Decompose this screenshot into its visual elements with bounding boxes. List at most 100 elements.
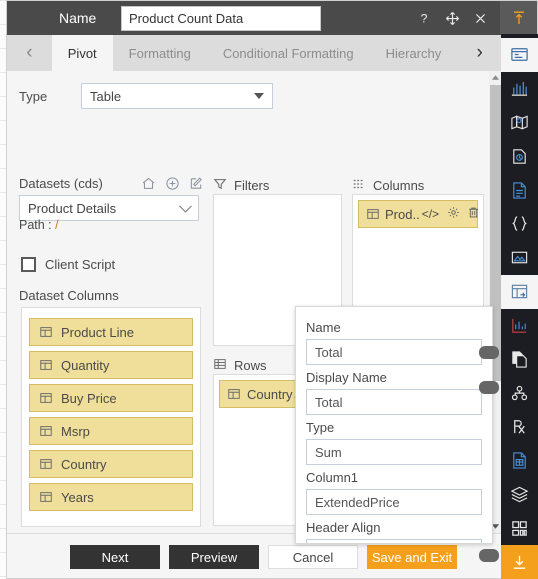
columns-list-icon	[352, 177, 366, 194]
columns-header: Columns	[352, 177, 424, 194]
list-item[interactable]: Buy Price	[29, 384, 193, 412]
rows-table-icon	[213, 357, 227, 374]
table-column-icon	[39, 325, 53, 339]
dataset-select-value: Product Details	[28, 200, 117, 216]
close-icon[interactable]	[472, 10, 488, 26]
client-script-row[interactable]: Client Script	[21, 257, 115, 272]
filters-header: Filters	[213, 177, 269, 194]
cancel-button[interactable]: Cancel	[268, 545, 358, 569]
client-script-checkbox[interactable]	[21, 257, 36, 272]
tabs-prev-arrow[interactable]: ‹	[7, 35, 52, 71]
list-item[interactable]: Msrp	[29, 417, 193, 445]
value-settings-popup: Name Total Display Name Total Type Sum C…	[295, 306, 493, 544]
popup-type-select[interactable]: Sum	[306, 439, 482, 465]
rail-hierarchy[interactable]	[501, 376, 538, 410]
preview-button[interactable]: Preview	[169, 545, 259, 569]
help-icon[interactable]: ?	[416, 10, 432, 26]
resize-handle-footer[interactable]	[479, 549, 499, 562]
rail-sparkline[interactable]	[501, 309, 538, 343]
edit-icon[interactable]	[189, 176, 204, 191]
table-column-icon	[39, 424, 53, 438]
delete-icon[interactable]	[467, 206, 480, 222]
name-input[interactable]: Product Count Data	[121, 5, 321, 31]
tab-formatting[interactable]: Formatting	[113, 35, 207, 71]
rows-label: Rows	[234, 358, 267, 373]
rail-copy-page[interactable]	[501, 342, 538, 376]
pivot-configuration-dialog: Name Product Count Data ? ‹ Pivot Format…	[6, 0, 538, 579]
tab-hierarchy[interactable]: Hierarchy	[370, 35, 458, 71]
list-item[interactable]: Product Line	[29, 318, 193, 346]
path-label: Path :	[19, 218, 52, 232]
right-toolbar	[501, 34, 538, 579]
table-column-icon	[39, 391, 53, 405]
next-button[interactable]: Next	[70, 545, 160, 569]
rail-card-widget[interactable]	[501, 38, 538, 72]
home-icon[interactable]	[141, 176, 156, 191]
popup-header-align-input[interactable]	[306, 539, 482, 543]
popup-display-name-label: Display Name	[306, 370, 387, 385]
list-item-label: Msrp	[61, 423, 90, 439]
columns-chip[interactable]: Prod.. </>	[358, 200, 478, 228]
tab-conditional-formatting[interactable]: Conditional Formatting	[207, 35, 370, 71]
path-value: /	[55, 218, 59, 232]
rail-download[interactable]	[501, 545, 538, 579]
list-item[interactable]: Quantity	[29, 351, 193, 379]
columns-chip-label: Prod..	[385, 206, 420, 222]
resize-handle-bottom[interactable]	[479, 381, 499, 394]
rail-map[interactable]	[501, 106, 538, 140]
move-icon[interactable]	[444, 10, 460, 26]
rail-pivot-table[interactable]	[501, 274, 538, 309]
list-item-label: Years	[61, 489, 94, 505]
popup-name-input[interactable]: Total	[306, 339, 482, 365]
rail-image[interactable]	[501, 241, 538, 275]
list-item-label: Quantity	[61, 357, 110, 373]
rail-layers[interactable]	[501, 478, 538, 512]
rows-header: Rows	[213, 357, 267, 374]
type-label: Type	[19, 88, 48, 104]
table-column-icon	[39, 358, 53, 372]
client-script-label: Client Script	[45, 257, 116, 272]
list-item-label: Product Line	[61, 324, 134, 340]
popup-column1-select[interactable]: ExtendedPrice	[306, 489, 482, 515]
add-circle-icon[interactable]	[165, 176, 180, 191]
rail-chart[interactable]	[501, 72, 538, 106]
svg-text:?: ?	[421, 11, 428, 25]
code-badge-icon[interactable]: </>	[422, 207, 439, 221]
rail-document[interactable]	[501, 173, 538, 207]
tab-pivot[interactable]: Pivot	[51, 35, 113, 71]
tabs-next-arrow[interactable]: ›	[457, 35, 502, 71]
popup-display-name-input[interactable]: Total	[306, 389, 482, 415]
datasets-label: Datasets (cds)	[19, 176, 103, 191]
dialog-titlebar: Name Product Count Data ?	[7, 1, 502, 35]
type-row: Type Table	[19, 83, 273, 109]
rail-grid-blocks[interactable]	[501, 511, 538, 545]
filter-icon	[213, 177, 227, 194]
popup-type-label: Type	[306, 420, 335, 435]
rows-chip-label: Country	[247, 386, 293, 402]
table-column-icon	[39, 490, 53, 504]
save-and-exit-button[interactable]: Save and Exit	[367, 545, 457, 569]
type-select[interactable]: Table	[81, 83, 273, 109]
dataset-columns-label: Dataset Columns	[19, 288, 119, 303]
filters-label: Filters	[234, 178, 270, 193]
columns-label: Columns	[373, 178, 425, 193]
table-column-icon	[39, 457, 53, 471]
list-item[interactable]: Years	[29, 483, 193, 511]
rail-gauge[interactable]	[501, 139, 538, 173]
table-column-icon	[227, 387, 241, 401]
list-item[interactable]: Country	[29, 450, 193, 478]
chevron-down-icon	[179, 199, 192, 213]
datasets-header: Datasets (cds)	[19, 176, 204, 191]
list-item-label: Country	[61, 456, 107, 472]
pin-button[interactable]	[500, 1, 537, 35]
popup-name-label: Name	[306, 320, 341, 335]
name-label: Name	[59, 10, 97, 26]
rail-report[interactable]	[501, 444, 538, 478]
tab-bar: ‹ Pivot Formatting Conditional Formattin…	[7, 35, 502, 71]
list-item-label: Buy Price	[61, 390, 117, 406]
popup-header-align-label: Header Align	[306, 520, 381, 535]
gear-icon[interactable]	[447, 206, 460, 222]
rail-prescription[interactable]	[501, 410, 538, 444]
rail-code-braces[interactable]	[501, 207, 538, 241]
resize-handle-top[interactable]	[479, 346, 499, 359]
